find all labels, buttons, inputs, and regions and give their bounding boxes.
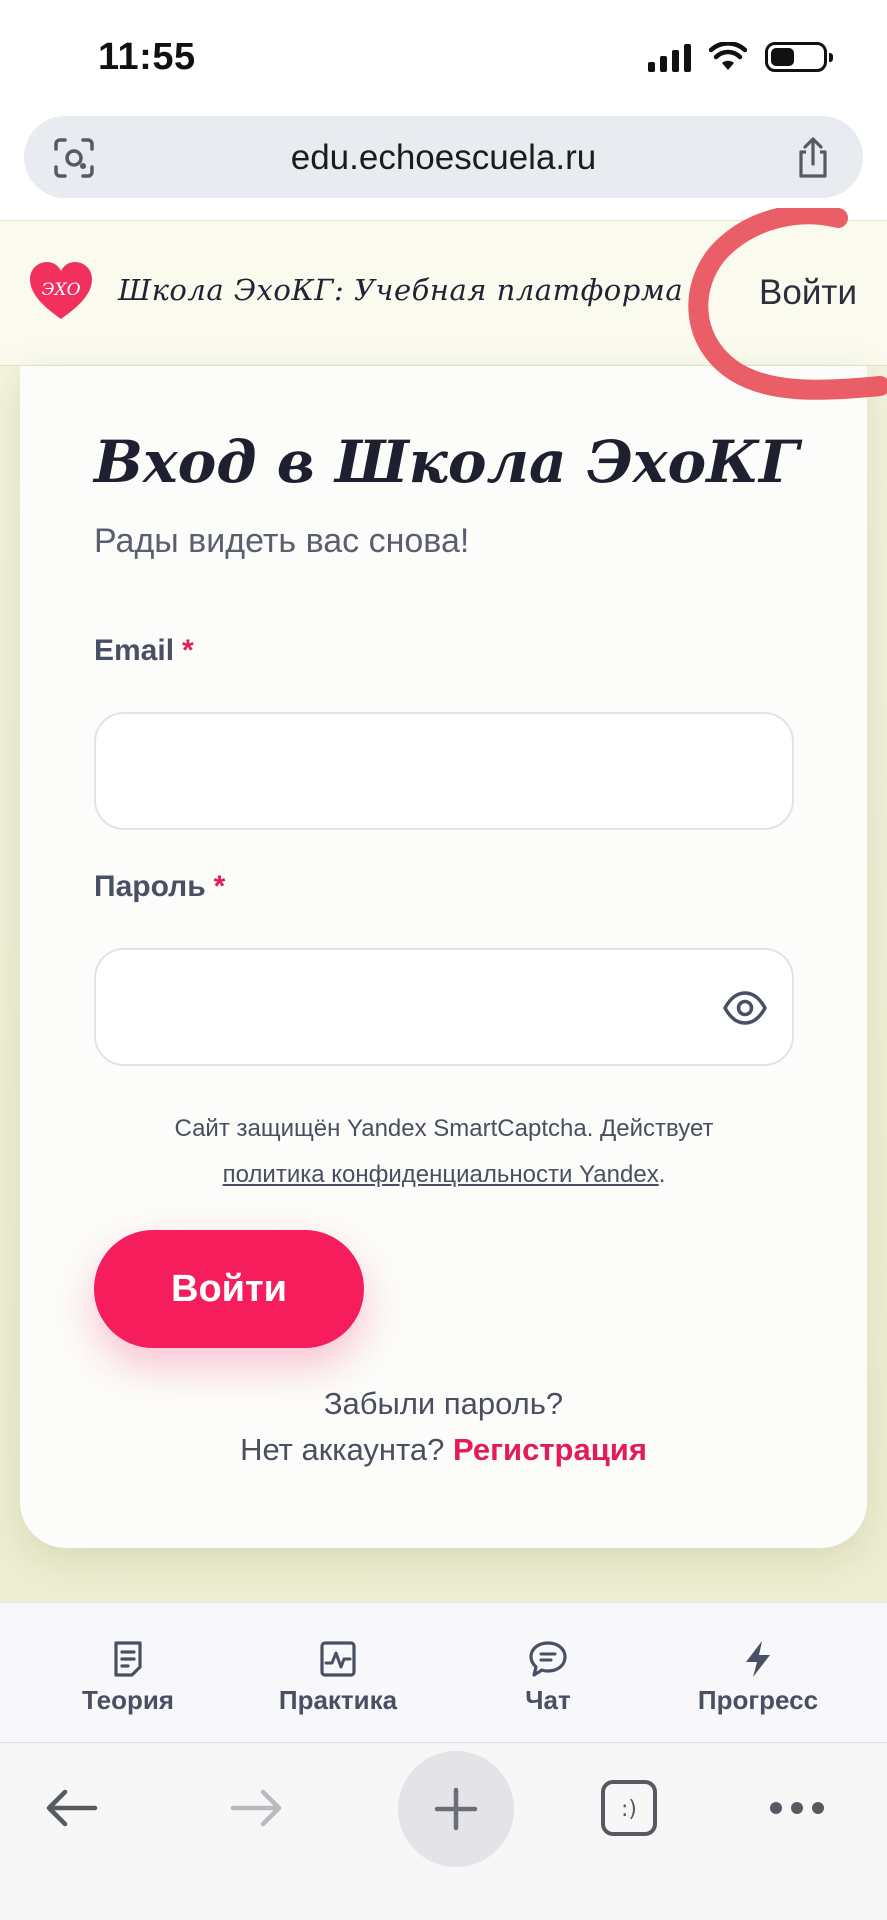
plus-icon [434, 1787, 478, 1831]
brand-title[interactable]: Школа ЭхоКГ: Учебная платформа [118, 273, 683, 307]
bottom-nav: Теория Практика Чат Прогресс [0, 1602, 887, 1742]
status-bar: 11:55 [0, 0, 887, 112]
document-icon [114, 1641, 142, 1677]
lightning-icon [746, 1641, 770, 1677]
more-button[interactable] [752, 1763, 842, 1853]
required-marker: * [182, 634, 194, 667]
eye-icon[interactable] [722, 988, 768, 1028]
forward-button[interactable] [212, 1763, 302, 1853]
card-subtitle: Рады видеть вас снова! [94, 522, 470, 560]
logo-text: ЭХО [41, 280, 80, 300]
register-row: Нет аккаунта? Регистрация [20, 1432, 867, 1468]
cellular-signal-icon [648, 42, 691, 72]
login-submit-button[interactable]: Войти [94, 1230, 364, 1348]
tabs-button[interactable]: :) [584, 1763, 674, 1853]
url-text[interactable]: edu.echoescuela.ru [24, 138, 863, 178]
password-label: Пароль * [94, 870, 226, 903]
forward-arrow-icon [230, 1789, 282, 1827]
more-dots-icon [770, 1802, 824, 1814]
tabs-smiley-icon: :) [601, 1780, 657, 1836]
forgot-password-link[interactable]: Забыли пароль? [20, 1386, 867, 1422]
nav-label: Прогресс [697, 1685, 819, 1715]
nav-label: Теория [82, 1685, 174, 1715]
nav-item-progress[interactable]: Прогресс [658, 1639, 858, 1716]
nav-label: Чат [525, 1685, 571, 1715]
no-account-text: Нет аккаунта? [240, 1432, 445, 1467]
pulse-chart-icon [320, 1641, 356, 1677]
back-button[interactable] [26, 1763, 116, 1853]
address-bar[interactable]: edu.echoescuela.ru [24, 116, 863, 198]
new-tab-button[interactable] [398, 1751, 514, 1867]
login-card: Вход в Школа ЭхоКГ Рады видеть вас снова… [20, 366, 867, 1548]
email-label: Email * [94, 634, 194, 667]
required-marker: * [213, 870, 226, 903]
browser-toolbar: :) [0, 1742, 887, 1920]
chat-bubble-icon [529, 1641, 567, 1677]
share-icon[interactable] [791, 136, 835, 180]
status-time: 11:55 [98, 36, 196, 78]
captcha-period: . [658, 1161, 666, 1188]
register-link[interactable]: Регистрация [453, 1432, 647, 1467]
password-field[interactable] [94, 948, 794, 1066]
site-header: ЭХО Школа ЭхоКГ: Учебная платформа Войти [0, 220, 887, 366]
nav-item-theory[interactable]: Теория [28, 1639, 228, 1716]
nav-item-practice[interactable]: Практика [238, 1639, 438, 1716]
battery-icon [765, 42, 833, 72]
svg-text::): :) [621, 1797, 637, 1822]
captcha-text: Сайт защищён Yandex SmartCaptcha. Действ… [174, 1115, 714, 1142]
wifi-icon [709, 42, 747, 70]
card-title: Вход в Школа ЭхоКГ [94, 428, 800, 496]
captcha-notice: Сайт защищён Yandex SmartCaptcha. Действ… [94, 1106, 794, 1198]
email-field[interactable] [94, 712, 794, 830]
back-arrow-icon [46, 1789, 98, 1827]
yandex-privacy-link[interactable]: политика конфиденциальности Yandex [223, 1161, 659, 1188]
logo-heart-icon[interactable]: ЭХО [28, 259, 94, 325]
nav-item-chat[interactable]: Чат [448, 1639, 648, 1716]
status-icons [648, 42, 833, 72]
nav-label: Практика [278, 1685, 398, 1715]
header-login-link[interactable]: Войти [759, 273, 857, 313]
